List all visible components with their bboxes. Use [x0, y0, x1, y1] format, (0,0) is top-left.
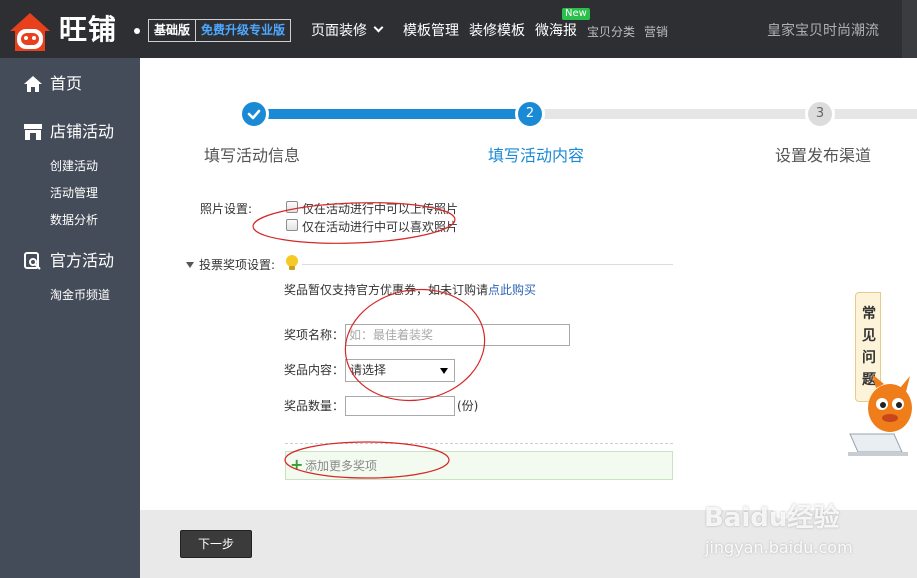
- nav-decoration-templates[interactable]: 装修模板: [469, 21, 525, 41]
- shop-name[interactable]: 皇家宝贝时尚潮流: [767, 21, 879, 41]
- prize-name-input[interactable]: [345, 324, 570, 346]
- separator-dot: [134, 28, 140, 34]
- buy-here-link[interactable]: 点此购买: [488, 283, 536, 297]
- upload-photo-checkbox[interactable]: [286, 201, 298, 213]
- sidebar-item-activity-management[interactable]: 活动管理: [50, 185, 98, 201]
- step-3-label: 设置发布渠道: [775, 146, 872, 165]
- faq-char: 常: [862, 306, 876, 322]
- sidebar-item-shop-activity[interactable]: 店铺活动: [24, 121, 114, 143]
- like-photo-option-label[interactable]: 仅在活动进行中可以喜欢照片: [302, 219, 458, 235]
- step-1-check-icon: [239, 99, 269, 129]
- step-3-circle: 3: [805, 99, 835, 129]
- version-switch: 基础版 免费升级专业版: [148, 19, 292, 42]
- add-more-prizes-button[interactable]: + 添加更多奖项: [285, 451, 673, 480]
- lightbulb-icon: [286, 255, 298, 270]
- next-step-button[interactable]: 下一步: [180, 530, 252, 558]
- top-bar: 旺铺 基础版 免费升级专业版 页面装修 模板管理 装修模板 微海报 New 宝贝…: [0, 0, 917, 58]
- watermark-url: jingyan.baidu.com: [705, 538, 853, 557]
- official-search-icon: [24, 252, 41, 270]
- prize-content-select[interactable]: 请选择: [345, 359, 455, 382]
- prize-content-label: 奖品内容：: [284, 363, 345, 377]
- prize-name-label: 奖项名称：: [284, 328, 345, 342]
- nav-micro-poster[interactable]: 微海报: [535, 21, 577, 41]
- nav-item-categories[interactable]: 宝贝分类: [587, 22, 635, 42]
- step-2-circle: 2: [515, 99, 545, 129]
- nav-template-management[interactable]: 模板管理: [403, 21, 459, 41]
- home-icon: [24, 76, 42, 92]
- nav-marketing[interactable]: 营销: [644, 22, 668, 42]
- step-1-label: 填写活动信息: [204, 146, 301, 165]
- progress-track-done: [254, 109, 530, 119]
- dropdown-arrow-icon: [440, 368, 448, 374]
- chevron-down-icon: [373, 22, 384, 33]
- progress-track-todo: [530, 109, 917, 119]
- prize-quantity-label: 奖品数量：: [284, 399, 345, 413]
- store-icon: [24, 124, 42, 140]
- step-2-label: 填写活动内容: [488, 146, 585, 165]
- sidebar-item-data-analysis[interactable]: 数据分析: [50, 212, 98, 228]
- plus-icon: +: [290, 455, 304, 474]
- collapse-triangle-icon[interactable]: [186, 262, 194, 268]
- logo-icon[interactable]: [9, 11, 51, 53]
- dashed-divider: [285, 443, 673, 444]
- vote-prize-settings-label: 投票奖项设置:: [199, 258, 276, 272]
- photo-settings-label: 照片设置:: [200, 202, 253, 216]
- sidebar-item-taojinbi[interactable]: 淘金币频道: [50, 287, 110, 303]
- prize-quantity-unit: (份): [457, 399, 479, 413]
- upload-photo-option-label[interactable]: 仅在活动进行中可以上传照片: [302, 201, 458, 217]
- prize-notice: 奖品暂仅支持官方优惠券，如未订购请点此购买: [284, 283, 537, 297]
- sidebar-item-home[interactable]: 首页: [24, 73, 82, 95]
- faq-char: 见: [862, 328, 876, 344]
- watermark-brand: Baidu经验: [704, 503, 840, 533]
- nav-page-decoration[interactable]: 页面装修: [311, 21, 384, 41]
- version-basic-label: 基础版: [149, 20, 197, 41]
- sidebar-item-official-activity[interactable]: 官方活动: [24, 250, 114, 272]
- like-photo-checkbox[interactable]: [286, 219, 298, 231]
- prize-quantity-input[interactable]: [345, 396, 455, 416]
- add-more-prizes-label: 添加更多奖项: [305, 459, 378, 473]
- mascot-icon[interactable]: [846, 372, 917, 460]
- new-badge: New: [562, 8, 590, 20]
- logo-text[interactable]: 旺铺: [59, 13, 117, 47]
- faq-char: 问: [862, 350, 876, 366]
- sidebar: 首页 店铺活动 创建活动 活动管理 数据分析 官方活动 淘金币频道: [0, 58, 140, 578]
- sidebar-item-create-activity[interactable]: 创建活动: [50, 158, 98, 174]
- upgrade-pro-link[interactable]: 免费升级专业版: [196, 20, 290, 41]
- section-divider: [302, 264, 673, 265]
- topbar-edge: [902, 0, 917, 58]
